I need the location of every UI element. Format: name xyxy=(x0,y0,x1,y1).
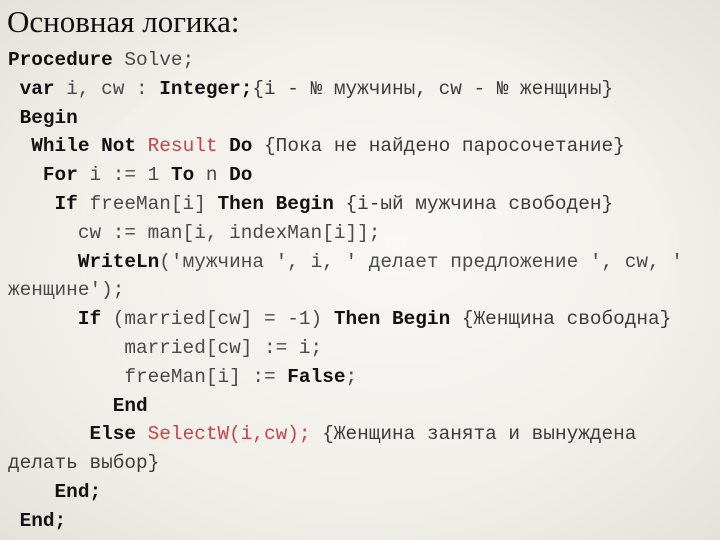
code-line: WriteLn('мужчина ', i, ' делает предложе… xyxy=(8,248,683,277)
code-keyword: If xyxy=(77,308,102,331)
slide: Основная логика: Procedure Solve; var i,… xyxy=(0,0,720,540)
code-keyword: var xyxy=(19,77,55,100)
code-keyword: End xyxy=(112,394,148,417)
code-text: freeMan[i] xyxy=(77,192,218,215)
code-keyword: Else xyxy=(89,423,137,446)
code-line: женщине'); xyxy=(8,276,683,305)
code-line: If freeMan[i] Then Begin {i-ый мужчина с… xyxy=(8,190,683,219)
code-keyword: Then Begin xyxy=(217,192,334,215)
code-line: Procedure Solve; xyxy=(8,46,683,75)
code-text: женщине'); xyxy=(8,279,125,302)
code-keyword: Procedure xyxy=(8,49,113,71)
code-text: i, cw : xyxy=(54,77,160,100)
code-line: var i, cw : Integer;{i - № мужчины, cw -… xyxy=(8,75,683,104)
code-text: i := 1 xyxy=(77,164,171,187)
code-text: Solve; xyxy=(112,49,195,71)
code-keyword: WriteLn xyxy=(77,250,160,273)
code-comment: {Женщина свободна} xyxy=(450,308,672,331)
code-keyword: Integer; xyxy=(159,77,253,100)
code-text: married[cw] := i; xyxy=(124,336,323,359)
code-line: freeMan[i] := False; xyxy=(8,363,683,392)
code-keyword: Then Begin xyxy=(333,308,451,331)
code-line: делать выбор} xyxy=(8,449,683,478)
code-text: ('мужчина ', i, ' делает предложение ', … xyxy=(159,250,683,273)
code-line: married[cw] := i; xyxy=(8,334,683,363)
code-line: Begin xyxy=(8,104,683,133)
code-comment: {Пока не найдено паросочетание} xyxy=(252,135,625,158)
code-keyword: For xyxy=(42,164,78,187)
code-text: cw := man[i, indexMan[i]]; xyxy=(77,221,381,244)
code-line: If (married[cw] = -1) Then Begin {Женщин… xyxy=(8,305,683,334)
code-line: End xyxy=(8,392,683,421)
code-comment: делать выбор} xyxy=(8,452,160,475)
code-keyword: Begin xyxy=(19,106,78,129)
code-text: n xyxy=(194,164,230,187)
code-text: ; xyxy=(345,365,358,388)
code-comment: {i-ый мужчина свободен} xyxy=(333,192,614,215)
code-comment: {i - № мужчины, cw - № женщины} xyxy=(252,77,614,100)
code-line: Else SelectW(i,cw); {Женщина занята и вы… xyxy=(8,420,683,449)
code-text: freeMan[i] := xyxy=(124,365,288,388)
slide-title: Основная логика: xyxy=(7,4,240,39)
code-keyword: To xyxy=(170,164,195,187)
code-keyword: False xyxy=(287,365,346,388)
code-text: (married[cw] = -1) xyxy=(101,308,334,331)
code-line: End; xyxy=(8,507,683,536)
code-keyword: Do xyxy=(229,164,253,187)
code-keyword: End; xyxy=(54,480,102,503)
code-line: End; xyxy=(8,478,683,507)
code-keyword: If xyxy=(54,192,78,215)
code-line: While Not Result Do {Пока не найдено пар… xyxy=(8,132,683,161)
code-keyword: While Not xyxy=(31,135,137,158)
code-keyword: Do xyxy=(229,135,253,158)
code-highlight: Result xyxy=(147,135,218,158)
code-highlight: SelectW(i,cw); xyxy=(147,423,311,446)
code-block: Procedure Solve; var i, cw : Integer;{i … xyxy=(8,46,683,536)
code-comment: {Женщина занята и вынуждена xyxy=(310,423,637,446)
code-line: cw := man[i, indexMan[i]]; xyxy=(8,219,683,248)
code-keyword: End; xyxy=(19,509,67,532)
code-line: For i := 1 To n Do xyxy=(8,161,683,190)
